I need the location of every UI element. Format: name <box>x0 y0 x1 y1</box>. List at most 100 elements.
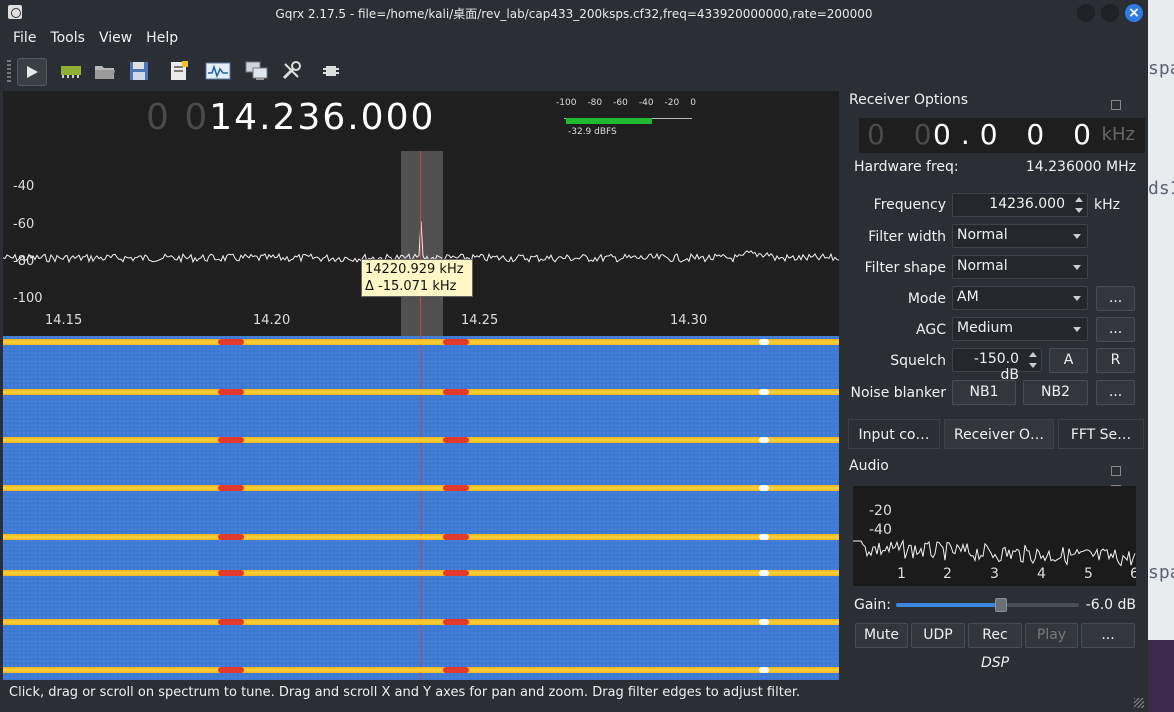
squelch-value: -150.0 dB <box>973 351 1019 383</box>
squelch-spinbox[interactable]: -150.0 dB <box>952 348 1042 383</box>
tab-receiver-options[interactable]: Receiver O… <box>944 419 1054 449</box>
spin-up-icon[interactable] <box>1029 352 1037 357</box>
save-icon <box>130 62 148 80</box>
audio-x-label: 3 <box>990 566 999 582</box>
waterfall-peak <box>759 667 769 673</box>
waterfall-hotspot <box>443 485 469 491</box>
waterfall-signal-stripe <box>3 339 839 345</box>
waterfall-signal-stripe <box>3 570 839 576</box>
filter-offset-display[interactable]: 0 0 0.0 0 0 kHz <box>859 118 1145 153</box>
bookmark-icon <box>171 61 188 80</box>
minimize-button[interactable] <box>1077 4 1095 22</box>
waterfall-hotspot <box>443 619 469 625</box>
waterfall-hotspot <box>443 534 469 540</box>
waterfall-signal-stripe <box>3 389 839 395</box>
audio-x-label: 1 <box>897 566 906 582</box>
audio-options-button[interactable]: ... <box>1081 623 1135 648</box>
offset-unit: kHz <box>1101 124 1135 145</box>
menu-file[interactable]: File <box>6 27 43 51</box>
waterfall-tuning-marker <box>420 336 421 680</box>
toolbar-grip[interactable] <box>7 60 11 82</box>
agc-select[interactable]: Medium <box>952 317 1088 341</box>
play-audio-button[interactable]: Play <box>1025 623 1078 648</box>
spectrum-plot[interactable]: 0 014.236.000 -100 -80 -60 -40 -20 0 -32… <box>3 91 839 336</box>
squelch-auto-button[interactable]: A <box>1049 348 1088 373</box>
mute-button[interactable]: Mute <box>855 623 908 648</box>
menu-view[interactable]: View <box>92 27 139 51</box>
tab-fft-settings[interactable]: FFT Se… <box>1058 419 1144 449</box>
audio-fft-plot[interactable]: -20 -40 1 2 3 4 5 6 <box>853 486 1136 586</box>
frequency-spinbox[interactable]: 14236.000 <box>952 193 1088 217</box>
spectrum-trace <box>3 220 839 264</box>
waterfall-peak <box>759 485 769 491</box>
mode-select[interactable]: AM <box>952 286 1088 310</box>
play-button[interactable] <box>17 58 47 86</box>
waterfall-peak <box>759 339 769 345</box>
tuning-marker[interactable] <box>420 151 421 336</box>
noise-blanker-label: Noise blanker <box>850 385 947 401</box>
nb1-button[interactable]: NB1 <box>952 380 1016 405</box>
waterfall-peak <box>759 389 769 395</box>
menu-tools[interactable]: Tools <box>43 27 92 51</box>
io-devices-button[interactable] <box>57 58 85 84</box>
float-icon[interactable] <box>1111 466 1121 476</box>
close-button[interactable]: × <box>1125 4 1143 22</box>
waterfall-hotspot <box>218 339 244 345</box>
maximize-button[interactable] <box>1101 4 1119 22</box>
squelch-reset-button[interactable]: R <box>1096 348 1135 373</box>
receiver-dock-buttons <box>1111 95 1141 129</box>
noise-blanker-options-button[interactable]: ... <box>1096 380 1135 405</box>
tooltip-delta: Δ -15.071 kHz <box>365 279 457 294</box>
waterfall-hotspot <box>443 389 469 395</box>
save-button[interactable] <box>125 58 153 84</box>
waterfall-hotspot <box>443 339 469 345</box>
nb2-button[interactable]: NB2 <box>1023 380 1088 405</box>
waterfall-peak <box>759 437 769 443</box>
float-icon[interactable] <box>1111 100 1121 110</box>
open-file-button[interactable] <box>91 58 119 84</box>
dsp-label: DSP <box>981 655 1010 671</box>
mode-options-button[interactable]: ... <box>1096 286 1135 311</box>
dsp-chip-icon <box>323 66 339 76</box>
toolbar <box>0 54 1148 88</box>
record-button[interactable]: Rec <box>968 623 1022 648</box>
waterfall-peak <box>759 619 769 625</box>
gain-slider[interactable] <box>896 598 1079 612</box>
udp-button[interactable]: UDP <box>911 623 965 648</box>
window-title: Gqrx 2.17.5 - file=/home/kali/桌面/rev_lab… <box>275 7 873 21</box>
spin-down-icon[interactable] <box>1075 208 1083 213</box>
spectrum-button[interactable] <box>204 58 232 84</box>
spin-up-icon[interactable] <box>1075 197 1083 202</box>
gain-slider-handle[interactable] <box>995 598 1008 612</box>
audio-dock-buttons <box>1111 461 1141 495</box>
remote-control-icon <box>245 61 268 80</box>
agc-label: AGC <box>916 322 946 338</box>
agc-options-button[interactable]: ... <box>1096 317 1135 342</box>
menu-bar: File Tools View Help <box>0 27 1148 51</box>
settings-button[interactable] <box>277 58 305 84</box>
tooltip-frequency: 14220.929 kHz <box>365 262 464 277</box>
terminal-text: ds1 <box>1148 178 1174 199</box>
mode-value: AM <box>957 289 979 305</box>
status-bar: Click, drag or scroll on spectrum to tun… <box>0 681 1148 712</box>
hardware-freq-value: 14.236000 MHz <box>1025 159 1136 175</box>
terminal-text: spa <box>1148 562 1174 583</box>
tab-input-controls[interactable]: Input co… <box>848 419 940 449</box>
hardware-icon <box>61 66 81 78</box>
waterfall-hotspot <box>218 485 244 491</box>
filter-width-select[interactable]: Normal <box>952 224 1088 248</box>
spin-down-icon[interactable] <box>1029 363 1037 368</box>
waterfall-peak <box>759 570 769 576</box>
remote-control-button[interactable] <box>243 58 271 84</box>
frequency-unit: kHz <box>1094 197 1120 213</box>
frequency-label: Frequency <box>873 197 946 213</box>
filter-shape-select[interactable]: Normal <box>952 255 1088 279</box>
x-axis-label: 14.25 <box>461 313 499 328</box>
waterfall-hotspot <box>218 667 244 673</box>
hardware-freq-label: Hardware freq: <box>854 159 959 175</box>
menu-help[interactable]: Help <box>139 27 185 51</box>
resize-grip[interactable] <box>1134 698 1144 708</box>
dsp-button[interactable] <box>317 58 345 84</box>
waterfall-plot[interactable] <box>3 336 839 680</box>
bookmark-button[interactable] <box>165 58 193 84</box>
